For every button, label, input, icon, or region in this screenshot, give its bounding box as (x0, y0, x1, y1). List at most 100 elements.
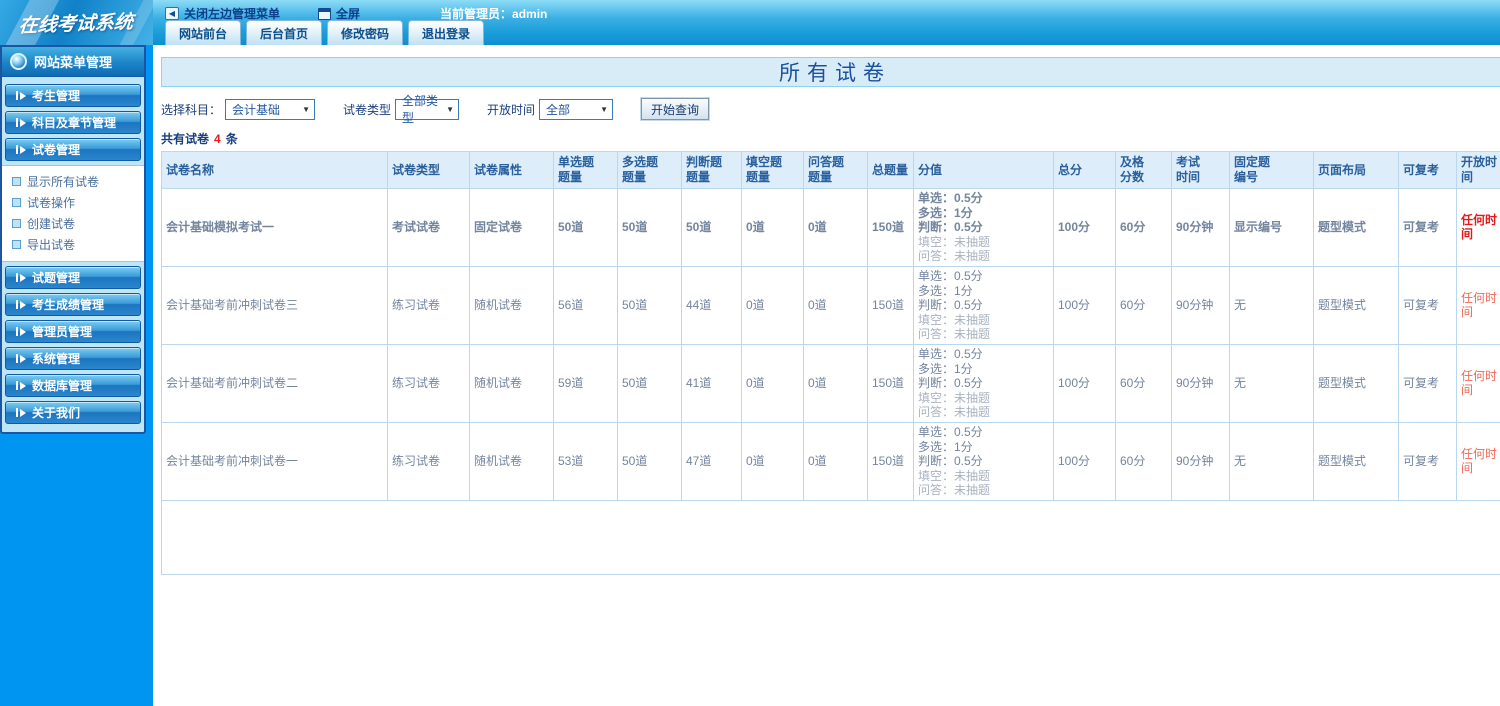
cell-score-value: 单选：0.5分 多选：1分 判断：0.5分 填空：未抽题 问答：未抽题 (913, 421, 1054, 501)
cell-paper-attr: 随机试卷 (469, 343, 554, 423)
col-single-count: 单选题 题量 (553, 151, 618, 189)
cell-single-count: 53道 (553, 421, 618, 501)
paper-count-line: 共有试卷 4 条 (161, 130, 1500, 147)
col-judge-count: 判断题 题量 (681, 151, 742, 189)
play-bar-icon (16, 327, 26, 336)
cell-total-score: 100分 (1053, 421, 1116, 501)
open-time-filter-label: 开放时间 (487, 102, 536, 117)
table-footer-cell (161, 499, 1500, 575)
col-exam-time: 考试 时间 (1171, 151, 1230, 189)
table-row: 会计基础考前冲刺试卷二 练习试卷 随机试卷 59道 50道 41道 0道 0道 … (161, 343, 1500, 423)
cell-qa-count: 0道 (803, 188, 868, 267)
count-prefix: 共有试卷 (161, 132, 210, 146)
paper-type-select[interactable]: 全部类型 ▼ (395, 94, 460, 125)
sidebar-item-about-us[interactable]: 关于我们 (5, 401, 141, 424)
paper-type-filter-label: 试卷类型 (343, 102, 392, 117)
cell-page-layout: 题型模式 (1313, 421, 1399, 501)
submenu-item-export-paper[interactable]: 导出试卷 (12, 234, 144, 255)
col-multi-count: 多选题 题量 (617, 151, 682, 189)
cell-open-time: 任何时间 (1456, 421, 1500, 501)
sidebar-item-subject-chapter-management[interactable]: 科目及章节管理 (5, 111, 141, 134)
sidebar-item-question-management[interactable]: 试题管理 (5, 266, 141, 289)
tab-change-password[interactable]: 修改密码 (327, 20, 404, 45)
sidebar-item-label: 试卷管理 (32, 143, 81, 157)
play-bar-icon (16, 408, 26, 417)
col-paper-attr: 试卷属性 (469, 151, 554, 189)
cell-page-layout: 题型模式 (1313, 188, 1399, 267)
cell-judge-count: 50道 (681, 188, 742, 267)
cell-paper-attr: 随机试卷 (469, 421, 554, 501)
tab-backend-home[interactable]: 后台首页 (246, 20, 323, 45)
cell-paper-type: 考试试卷 (387, 188, 470, 267)
play-bar-icon (16, 91, 26, 100)
cell-pass-score: 60分 (1115, 421, 1172, 501)
sphere-icon (10, 53, 27, 70)
cell-multi-count: 50道 (617, 343, 682, 423)
table-row: 会计基础考前冲刺试卷一 练习试卷 随机试卷 53道 50道 47道 0道 0道 … (161, 421, 1500, 501)
cell-multi-count: 50道 (617, 265, 682, 345)
cell-page-layout: 题型模式 (1313, 265, 1399, 345)
cell-retake: 可复考 (1398, 421, 1457, 501)
top-header: ◀ 关闭左边管理菜单 全屏 当前管理员：admin 网站前台 后台首页 修改密码… (153, 0, 1500, 45)
open-time-select-value: 全部 (546, 102, 571, 117)
chevron-down-icon: ▼ (446, 104, 455, 114)
play-bar-icon (16, 273, 26, 282)
cell-fill-count: 0道 (741, 343, 804, 423)
square-bullet-icon (12, 240, 21, 249)
cell-fill-count: 0道 (741, 188, 804, 267)
cell-fixed-number: 无 (1229, 421, 1314, 501)
cell-total-count: 150道 (867, 343, 914, 423)
start-query-button[interactable]: 开始查询 (640, 97, 711, 121)
col-fill-count: 填空题 题量 (741, 151, 804, 189)
cell-judge-count: 47道 (681, 421, 742, 501)
cell-paper-type: 练习试卷 (387, 421, 470, 501)
sidebar-menu-title: 网站菜单管理 (34, 55, 113, 70)
tab-site-front[interactable]: 网站前台 (165, 20, 242, 45)
submenu-item-paper-operations[interactable]: 试卷操作 (12, 192, 144, 213)
sidebar: 在线考试系统 网站菜单管理 考生管理 科目及章节管理 试卷管理 显示所有试卷 试… (0, 0, 153, 706)
table-header-row: 试卷名称 试卷类型 试卷属性 单选题 题量 多选题 题量 判断题 题量 填空题 … (161, 151, 1500, 189)
sidebar-item-database-management[interactable]: 数据库管理 (5, 374, 141, 397)
collapse-left-arrow-icon: ◀ (165, 7, 179, 20)
col-page-layout: 页面布局 (1313, 151, 1399, 189)
tab-logout[interactable]: 退出登录 (408, 20, 485, 45)
submenu-item-label: 导出试卷 (27, 238, 76, 252)
submenu-item-show-all-papers[interactable]: 显示所有试卷 (12, 171, 144, 192)
cell-fill-count: 0道 (741, 421, 804, 501)
cell-page-layout: 题型模式 (1313, 343, 1399, 423)
play-bar-icon (16, 300, 26, 309)
cell-fixed-number: 无 (1229, 265, 1314, 345)
cell-retake: 可复考 (1398, 188, 1457, 267)
cell-fixed-number: 显示编号 (1229, 188, 1314, 267)
cell-single-count: 50道 (553, 188, 618, 267)
sidebar-item-label: 数据库管理 (32, 379, 93, 393)
content-area: 所有试卷 选择科目： 会计基础 ▼ 试卷类型 全部类型 ▼ 开放时间 全部 ▼ (153, 45, 1500, 706)
submenu-item-create-paper[interactable]: 创建试卷 (12, 213, 144, 234)
cell-paper-name: 会计基础考前冲刺试卷一 (161, 421, 388, 501)
cell-paper-name: 会计基础考前冲刺试卷三 (161, 265, 388, 345)
sidebar-item-admin-management[interactable]: 管理员管理 (5, 320, 141, 343)
table-row: 会计基础考前冲刺试卷三 练习试卷 随机试卷 56道 50道 44道 0道 0道 … (161, 265, 1500, 345)
tab-row: 网站前台 后台首页 修改密码 退出登录 (165, 20, 485, 45)
sidebar-submenu-paper: 显示所有试卷 试卷操作 创建试卷 导出试卷 (2, 165, 144, 262)
col-open-time: 开放时间 (1456, 151, 1500, 189)
cell-qa-count: 0道 (803, 421, 868, 501)
sidebar-item-paper-management[interactable]: 试卷管理 (5, 138, 141, 161)
sidebar-item-system-management[interactable]: 系统管理 (5, 347, 141, 370)
sidebar-item-label: 系统管理 (32, 352, 81, 366)
sidebar-item-examinee-management[interactable]: 考生管理 (5, 84, 141, 107)
cell-retake: 可复考 (1398, 343, 1457, 423)
cell-paper-name: 会计基础考前冲刺试卷二 (161, 343, 388, 423)
sidebar-item-score-management[interactable]: 考生成绩管理 (5, 293, 141, 316)
square-bullet-icon (12, 177, 21, 186)
sidebar-item-label: 考生成绩管理 (32, 298, 105, 312)
table-row: 会计基础模拟考试一 考试试卷 固定试卷 50道 50道 50道 0道 0道 15… (161, 188, 1500, 267)
square-bullet-icon (12, 198, 21, 207)
cell-exam-time: 90分钟 (1171, 421, 1230, 501)
open-time-select[interactable]: 全部 ▼ (539, 98, 614, 120)
filter-bar: 选择科目： 会计基础 ▼ 试卷类型 全部类型 ▼ 开放时间 全部 ▼ 开始查询 (161, 94, 1500, 125)
play-bar-icon (16, 354, 26, 363)
cell-pass-score: 60分 (1115, 188, 1172, 267)
cell-judge-count: 41道 (681, 343, 742, 423)
subject-select[interactable]: 会计基础 ▼ (225, 98, 316, 120)
